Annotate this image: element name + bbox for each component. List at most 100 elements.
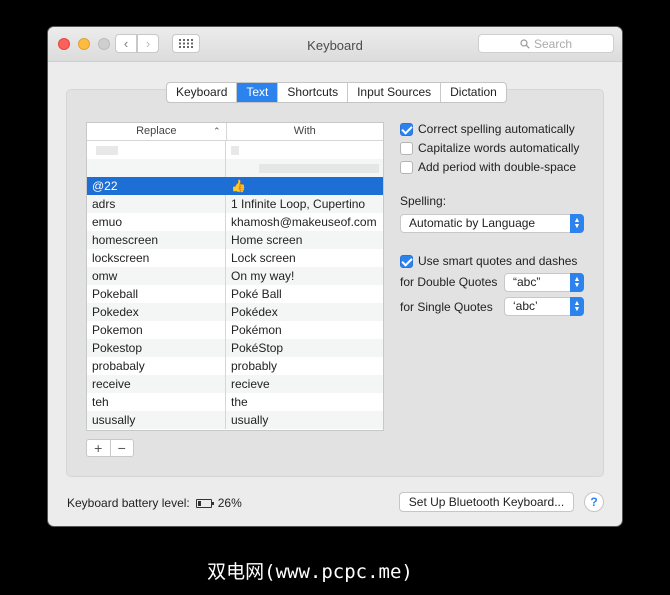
- with-cell: Pokédex: [231, 305, 278, 319]
- replace-cell: Pokestop: [87, 339, 226, 357]
- smart-quotes-label: Use smart quotes and dashes: [418, 254, 578, 268]
- with-cell: khamosh@makeuseof.com: [231, 215, 377, 229]
- tab-keyboard[interactable]: Keyboard: [167, 83, 238, 102]
- preferences-window: ‹ › Keyboard Search Keyboard Text Shortc…: [48, 27, 622, 526]
- double-quotes-label: for Double Quotes: [400, 275, 498, 289]
- with-cell: usually: [231, 413, 269, 427]
- replace-cell: Pokeball: [87, 285, 226, 303]
- select-arrows-icon: ▲ ▼: [570, 273, 584, 292]
- replace-cell: homescreen: [87, 231, 226, 249]
- tab-bar: Keyboard Text Shortcuts Input Sources Di…: [166, 82, 507, 103]
- with-column-header[interactable]: With: [227, 123, 383, 140]
- double-quotes-select[interactable]: “abc” ▲ ▼: [504, 273, 584, 292]
- period-label: Add period with double-space: [418, 160, 577, 174]
- double-quotes-value: “abc”: [513, 275, 541, 289]
- table-row[interactable]: [87, 141, 383, 159]
- redacted-text: [259, 164, 379, 174]
- replace-cell: [87, 159, 226, 177]
- add-button[interactable]: +: [87, 440, 111, 456]
- with-cell: Pokémon: [231, 323, 282, 337]
- smart-quotes-checkbox[interactable]: [400, 254, 413, 268]
- remove-button[interactable]: −: [111, 440, 134, 456]
- spelling-value: Automatic by Language: [409, 216, 536, 230]
- select-arrows-icon: ▲ ▼: [570, 297, 584, 316]
- table-row[interactable]: emuo khamosh@makeuseof.com: [87, 213, 383, 231]
- table-body: @22 👍 adrs 1 Infinite Loop, Cupertino emuo kh…: [87, 141, 383, 429]
- capitalize-checkbox[interactable]: [400, 141, 413, 155]
- replace-cell: adrs: [87, 195, 226, 213]
- correct-spelling-option[interactable]: Correct spelling automatically: [400, 121, 575, 137]
- battery-label: Keyboard battery level:: [67, 496, 190, 510]
- correct-spelling-label: Correct spelling automatically: [418, 122, 575, 136]
- period-checkbox[interactable]: [400, 160, 413, 174]
- search-placeholder: Search: [533, 36, 573, 51]
- table-row[interactable]: Pokedex Pokédex: [87, 303, 383, 321]
- spelling-select[interactable]: Automatic by Language ▲ ▼: [400, 214, 584, 233]
- tab-input-sources[interactable]: Input Sources: [348, 83, 442, 102]
- redacted-text: [96, 146, 118, 156]
- single-quotes-value: ‘abc’: [513, 299, 538, 313]
- battery-percent: 26%: [217, 496, 242, 510]
- table-row[interactable]: @22 👍: [87, 177, 383, 195]
- with-cell: [226, 141, 383, 159]
- help-icon: ?: [590, 495, 598, 509]
- replace-cell: Pokedex: [87, 303, 226, 321]
- replace-header-label: Replace: [136, 125, 177, 137]
- table-row[interactable]: Pokemon Pokémon: [87, 321, 383, 339]
- sort-ascending-icon: ⌃: [212, 126, 221, 136]
- text-replacement-table[interactable]: Replace ⌃ With @22 👍 adrs 1 Infinite Loop, …: [86, 122, 384, 431]
- replace-column-header[interactable]: Replace ⌃: [87, 123, 227, 140]
- table-row[interactable]: ususally usually: [87, 411, 383, 429]
- replace-cell: lockscreen: [87, 249, 226, 267]
- with-cell: [226, 159, 383, 177]
- with-cell: 👍: [231, 179, 246, 193]
- watermark-text: 双电网(www.pcpc.me): [207, 561, 413, 583]
- search-icon: [520, 38, 530, 49]
- with-cell: 1 Infinite Loop, Cupertino: [231, 197, 366, 211]
- tab-dictation[interactable]: Dictation: [441, 83, 506, 102]
- with-cell: probably: [231, 359, 278, 373]
- battery-status: Keyboard battery level: 26%: [67, 496, 242, 510]
- with-cell: Home screen: [231, 233, 303, 247]
- battery-fill: [197, 500, 201, 506]
- redacted-text: [231, 146, 239, 156]
- smart-quotes-option[interactable]: Use smart quotes and dashes: [400, 253, 577, 269]
- tab-text[interactable]: Text: [237, 83, 279, 102]
- replace-cell: emuo: [87, 213, 226, 231]
- select-arrows-icon: ▲ ▼: [570, 214, 584, 233]
- spelling-label: Spelling:: [400, 194, 447, 208]
- table-row[interactable]: receive recieve: [87, 375, 383, 393]
- correct-spelling-checkbox[interactable]: [400, 122, 413, 136]
- with-cell: the: [231, 395, 248, 409]
- battery-icon: [195, 498, 214, 508]
- replace-cell: teh: [87, 393, 226, 411]
- table-row[interactable]: teh the: [87, 393, 383, 411]
- replace-cell: probabaly: [87, 357, 226, 375]
- replace-cell: [87, 141, 226, 159]
- table-row[interactable]: lockscreen Lock screen: [87, 249, 383, 267]
- capitalize-option[interactable]: Capitalize words automatically: [400, 140, 579, 156]
- with-cell: PokéStop: [231, 341, 284, 355]
- period-option[interactable]: Add period with double-space: [400, 159, 576, 175]
- table-row[interactable]: Pokestop PokéStop: [87, 339, 383, 357]
- setup-bluetooth-keyboard-button[interactable]: Set Up Bluetooth Keyboard...: [399, 492, 574, 512]
- table-row[interactable]: adrs 1 Infinite Loop, Cupertino: [87, 195, 383, 213]
- tab-shortcuts[interactable]: Shortcuts: [278, 83, 349, 102]
- single-quotes-select[interactable]: ‘abc’ ▲ ▼: [504, 297, 584, 316]
- with-cell: recieve: [231, 377, 270, 391]
- table-row[interactable]: probabaly probably: [87, 357, 383, 375]
- table-row[interactable]: Pokeball Poké Ball: [87, 285, 383, 303]
- add-remove-control: + −: [86, 439, 134, 457]
- replace-cell: ususally: [87, 411, 226, 429]
- title-bar: ‹ › Keyboard Search: [48, 27, 622, 62]
- with-cell: Lock screen: [231, 251, 296, 265]
- replace-cell: omw: [87, 267, 226, 285]
- help-button[interactable]: ?: [584, 492, 604, 512]
- table-row[interactable]: homescreen Home screen: [87, 231, 383, 249]
- table-row[interactable]: omw On my way!: [87, 267, 383, 285]
- search-field[interactable]: Search: [478, 34, 614, 53]
- table-header: Replace ⌃ With: [87, 123, 383, 141]
- table-row[interactable]: [87, 159, 383, 177]
- with-cell: On my way!: [231, 269, 295, 283]
- replace-cell: receive: [87, 375, 226, 393]
